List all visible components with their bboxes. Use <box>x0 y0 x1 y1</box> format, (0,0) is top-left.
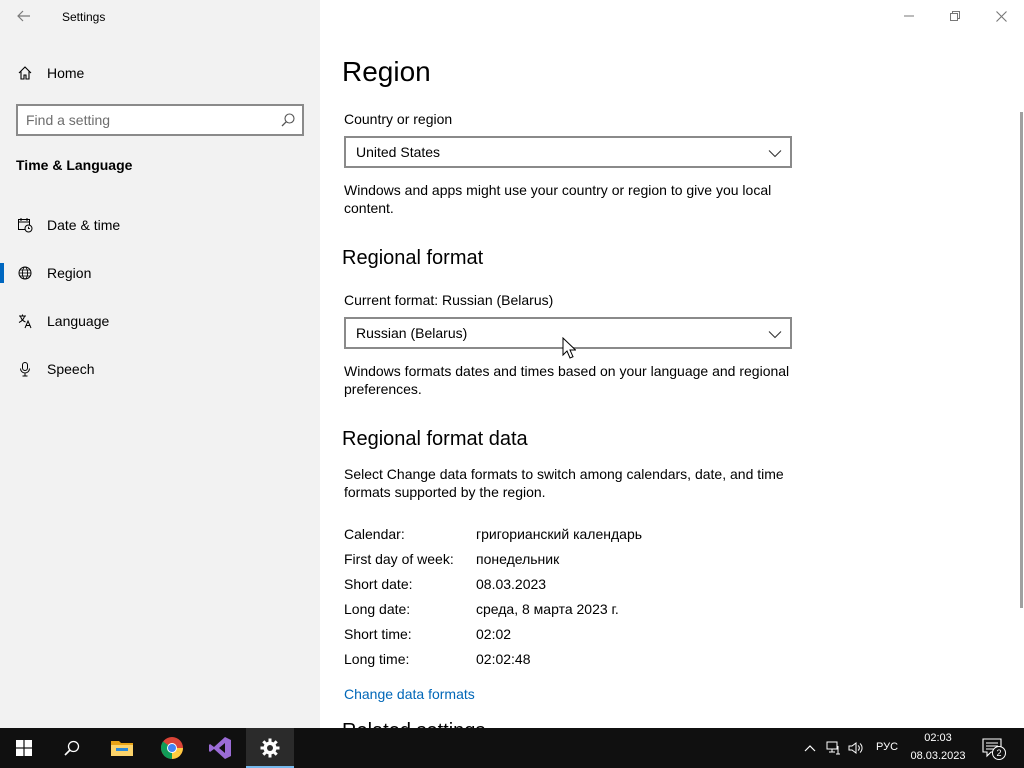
short-time-value: 02:02 <box>476 626 512 642</box>
country-dropdown[interactable]: United States <box>344 136 792 168</box>
settings-gear-icon <box>260 738 280 758</box>
country-value: United States <box>356 144 441 160</box>
notification-count-badge: 2 <box>992 746 1006 760</box>
chevron-up-icon <box>804 745 816 752</box>
long-time-label: Long time: <box>344 651 410 667</box>
visual-studio-button[interactable] <box>196 728 244 768</box>
sidebar-item-date-time[interactable]: Date & time <box>0 205 320 245</box>
sidebar-item-label: Date & time <box>47 217 121 233</box>
file-explorer-icon <box>111 741 133 756</box>
search-input[interactable] <box>26 111 266 129</box>
search-icon[interactable] <box>280 112 296 128</box>
country-description: Windows and apps might use your country … <box>344 182 772 216</box>
sidebar-item-label: Speech <box>47 361 95 377</box>
search-box[interactable] <box>16 104 304 136</box>
clock-time[interactable]: 02:03 <box>906 732 970 744</box>
volume-icon <box>848 742 863 754</box>
long-time-value: 02:02:48 <box>476 651 531 667</box>
change-data-formats-link[interactable]: Change data formats <box>344 686 475 702</box>
scrollbar[interactable] <box>1020 112 1023 608</box>
sidebar-item-label: Home <box>47 65 85 81</box>
back-arrow-icon <box>17 10 30 22</box>
regional-format-description: Windows formats dates and times based on… <box>344 363 790 397</box>
taskbar: РУС 02:03 08.03.2023 2 <box>0 728 1024 768</box>
minimize-icon <box>904 15 914 17</box>
short-time-label: Short time: <box>344 626 412 642</box>
sidebar-item-region[interactable]: Region <box>0 253 320 293</box>
microphone-icon <box>16 360 34 378</box>
network-icon <box>826 741 840 755</box>
minimize-button[interactable] <box>886 0 932 32</box>
sidebar-item-label: Region <box>47 265 92 281</box>
restore-icon <box>950 11 960 21</box>
long-date-label: Long date: <box>344 601 411 617</box>
regional-format-heading: Regional format <box>342 247 484 269</box>
first-day-value: понедельник <box>476 551 560 567</box>
long-date-value: среда, 8 марта 2023 г. <box>476 601 619 617</box>
restore-button[interactable] <box>932 0 978 32</box>
language-icon <box>16 312 34 330</box>
settings-taskbar-button[interactable] <box>246 728 294 768</box>
chevron-down-icon <box>768 331 782 339</box>
file-explorer-button[interactable] <box>98 728 146 768</box>
sidebar-item-language[interactable]: Language <box>0 301 320 341</box>
country-label: Country or region <box>344 111 453 127</box>
related-settings-heading: Related settings <box>342 720 485 728</box>
calendar-value: григорианский календарь <box>476 526 643 542</box>
globe-icon <box>16 264 34 282</box>
input-language-indicator[interactable]: РУС <box>876 741 898 753</box>
mouse-cursor-icon <box>562 337 576 359</box>
calendar-clock-icon <box>16 216 34 234</box>
start-icon <box>16 740 32 756</box>
format-data-description: Select Change data formats to switch amo… <box>344 466 784 500</box>
volume-button[interactable] <box>848 740 864 756</box>
short-date-label: Short date: <box>344 576 413 592</box>
app-title: Settings <box>62 10 106 24</box>
search-icon <box>64 740 80 756</box>
regional-format-value: Russian (Belarus) <box>356 325 468 341</box>
sidebar-item-label: Language <box>47 313 110 329</box>
short-date-value: 08.03.2023 <box>476 576 547 592</box>
chrome-icon <box>160 737 183 759</box>
sidebar-item-home[interactable]: Home <box>0 53 320 93</box>
page-title: Region <box>342 56 431 87</box>
clock-date[interactable]: 08.03.2023 <box>906 750 970 762</box>
network-button[interactable] <box>826 740 842 756</box>
first-day-label: First day of week: <box>344 551 454 567</box>
current-format-label: Current format: Russian (Belarus) <box>344 292 554 308</box>
format-data-heading: Regional format data <box>342 428 528 450</box>
close-button[interactable] <box>978 0 1024 32</box>
chrome-button[interactable] <box>148 728 196 768</box>
visual-studio-icon <box>209 737 231 759</box>
sidebar-item-speech[interactable]: Speech <box>0 349 320 389</box>
home-icon <box>16 64 34 82</box>
sidebar: Settings Home Time & Language Date & tim… <box>0 0 320 728</box>
main-content: Region Country or region United States W… <box>320 0 1024 728</box>
chevron-down-icon <box>768 150 782 158</box>
back-button[interactable] <box>14 6 34 26</box>
taskbar-search-button[interactable] <box>48 728 96 768</box>
calendar-label: Calendar: <box>344 526 405 542</box>
close-icon <box>995 10 1007 22</box>
start-button[interactable] <box>0 728 48 768</box>
show-hidden-icons-button[interactable] <box>802 740 818 756</box>
section-title: Time & Language <box>16 157 133 173</box>
